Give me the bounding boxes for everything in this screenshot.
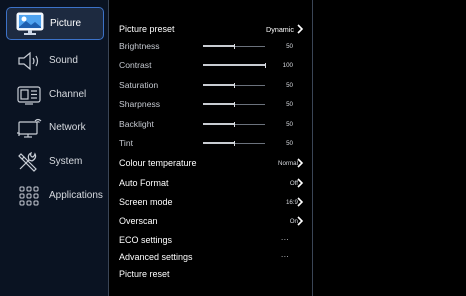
picture-reset-label: Picture reset	[119, 269, 170, 279]
tint-label: Tint	[119, 138, 134, 148]
sidebar-item-channel[interactable]: Channel	[6, 78, 104, 111]
tint-slider[interactable]	[203, 140, 265, 146]
saturation-row[interactable]: Saturation 50	[109, 76, 312, 94]
picture-reset-row[interactable]: Picture reset	[109, 265, 312, 283]
auto-format-label: Auto Format	[119, 178, 169, 188]
overscan-label: Overscan	[119, 216, 158, 226]
sharpness-label: Sharpness	[119, 99, 161, 109]
saturation-value: 50	[286, 81, 293, 89]
picture-preset-value: Dynamic	[266, 24, 294, 34]
colour-temperature-label: Colour temperature	[119, 158, 197, 168]
brightness-row[interactable]: Brightness 50	[109, 37, 312, 55]
backlight-label: Backlight	[119, 119, 154, 129]
sidebar-item-system[interactable]: System	[6, 145, 104, 178]
contrast-row[interactable]: Contrast 100	[109, 56, 312, 74]
backlight-row[interactable]: Backlight 50	[109, 115, 312, 133]
backlight-value: 50	[286, 120, 293, 128]
sharpness-slider[interactable]	[203, 101, 265, 107]
speaker-icon	[15, 48, 43, 74]
screen-mode-label: Screen mode	[119, 197, 173, 207]
contrast-label: Contrast	[119, 60, 152, 70]
sidebar-item-label: System	[49, 156, 83, 167]
tint-row[interactable]: Tint 50	[109, 134, 312, 152]
advanced-settings-label: Advanced settings	[119, 252, 193, 262]
network-icon	[15, 115, 43, 141]
picture-icon	[16, 11, 44, 37]
picture-settings-panel: Picture preset Dynamic Brightness 50 Con…	[109, 0, 313, 296]
settings-sidebar: Picture Sound Channel Network System App…	[0, 0, 109, 296]
chevron-right-icon	[297, 197, 304, 207]
ellipsis-icon: ...	[281, 233, 290, 242]
apps-grid-icon	[15, 183, 43, 209]
sharpness-value: 50	[286, 100, 293, 108]
brightness-value: 50	[286, 42, 293, 50]
sidebar-item-label: Picture	[50, 18, 82, 29]
colour-temperature-value: Normal	[278, 159, 298, 167]
brightness-label: Brightness	[119, 41, 160, 51]
saturation-label: Saturation	[119, 80, 159, 90]
sidebar-item-label: Applications	[49, 190, 103, 201]
chevron-right-icon	[297, 178, 304, 188]
sidebar-item-sound[interactable]: Sound	[6, 44, 104, 77]
advanced-settings-row[interactable]: Advanced settings ...	[109, 248, 312, 266]
ellipsis-icon: ...	[281, 250, 290, 259]
brightness-slider[interactable]	[203, 43, 265, 49]
eco-settings-row[interactable]: ECO settings ...	[109, 231, 312, 249]
picture-preset-row[interactable]: Picture preset Dynamic	[109, 20, 312, 38]
picture-preset-label: Picture preset	[119, 24, 175, 34]
chevron-right-icon	[297, 216, 304, 226]
backlight-slider[interactable]	[203, 121, 265, 127]
auto-format-row[interactable]: Auto Format Off	[109, 174, 312, 192]
channel-icon	[15, 82, 43, 108]
overscan-row[interactable]: Overscan On	[109, 212, 312, 230]
preview-area	[313, 0, 466, 296]
contrast-value: 100	[282, 61, 293, 69]
screen-mode-row[interactable]: Screen mode 16:9	[109, 193, 312, 211]
sidebar-item-label: Channel	[49, 89, 87, 100]
sharpness-row[interactable]: Sharpness 50	[109, 95, 312, 113]
sidebar-item-applications[interactable]: Applications	[6, 179, 104, 212]
chevron-right-icon	[297, 24, 304, 34]
sidebar-item-picture[interactable]: Picture	[6, 7, 104, 40]
tint-value: 50	[286, 139, 293, 147]
chevron-right-icon	[297, 158, 304, 168]
tools-icon	[15, 149, 43, 175]
contrast-slider[interactable]	[203, 62, 266, 68]
colour-temperature-row[interactable]: Colour temperature Normal	[109, 154, 312, 172]
sidebar-item-label: Network	[49, 122, 86, 133]
saturation-slider[interactable]	[203, 82, 265, 88]
sidebar-item-label: Sound	[49, 55, 78, 66]
sidebar-item-network[interactable]: Network	[6, 111, 104, 144]
eco-settings-label: ECO settings	[119, 235, 173, 245]
